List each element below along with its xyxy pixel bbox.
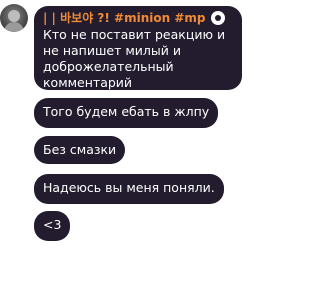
message-header: | | 바보야 ?! #minion #mp — [43, 9, 233, 27]
message-text: <3 — [43, 217, 62, 232]
message-bubble-4[interactable]: Надеюсь вы меня поняли. — [34, 174, 224, 204]
avatar-body — [4, 22, 24, 32]
minion-avatar-icon — [211, 11, 226, 25]
sender-avatar[interactable] — [0, 4, 28, 32]
message-text: Надеюсь вы меня поняли. — [43, 180, 215, 195]
message-bubble-1[interactable]: | | 바보야 ?! #minion #mp Кто не поставит р… — [34, 6, 242, 90]
channel-name[interactable]: | | 바보야 ?! #minion #mp — [43, 10, 205, 26]
avatar-face — [8, 10, 20, 22]
message-bubble-3[interactable]: Без смазки — [34, 136, 126, 164]
message-text: Без смазки — [43, 142, 117, 157]
message-text: Того будем ебать в жлпу — [43, 104, 210, 119]
message-text: Кто не поставит реакцию и не напишет мил… — [43, 27, 226, 90]
message-bubble-2[interactable]: Того будем ебать в жлпу — [34, 98, 219, 128]
message-bubble-5[interactable]: <3 — [34, 211, 71, 241]
